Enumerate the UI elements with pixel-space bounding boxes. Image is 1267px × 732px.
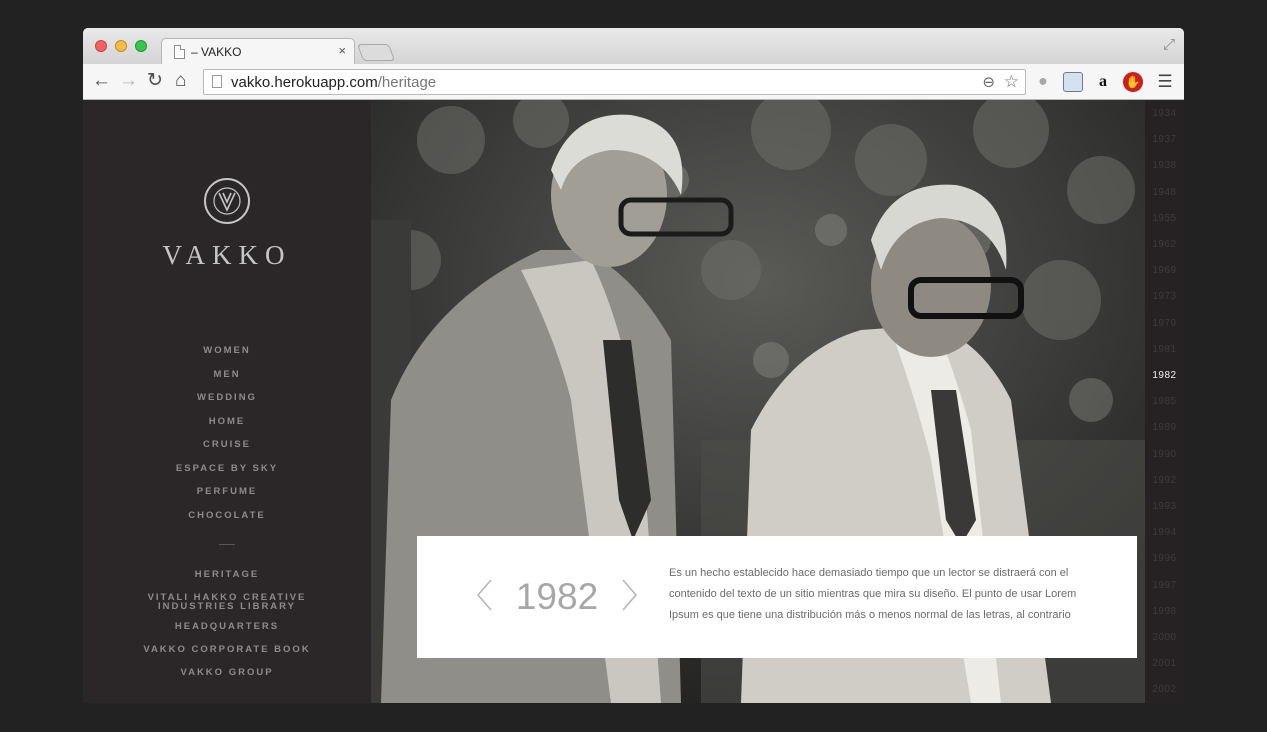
timeline-year-1997[interactable]: 1997	[1145, 580, 1184, 591]
page-icon	[212, 75, 222, 88]
zoom-icon[interactable]: ⊖	[982, 73, 995, 91]
browser-window: – VAKKO × ⤢ ← → ↻ ⌂ vakko.herokuapp.com/…	[83, 28, 1184, 703]
back-arrow-icon[interactable]: ←	[92, 70, 111, 92]
fullscreen-icon[interactable]: ⤢	[1163, 36, 1175, 53]
nav-item-vakko-corporate-book[interactable]: VAKKO CORPORATE BOOK	[83, 645, 371, 655]
tab-close-icon[interactable]: ×	[338, 43, 346, 58]
main-nav: WOMEN MEN WEDDING HOME CRUISE ESPACE BY SKY PE…	[83, 345, 371, 533]
home-icon[interactable]: ⌂	[175, 70, 186, 92]
close-window-button[interactable]	[95, 40, 107, 52]
nav-item-men[interactable]: MEN	[83, 369, 371, 393]
timeline-year-1934[interactable]: 1934	[1145, 108, 1184, 119]
menu-icon[interactable]: ☰	[1155, 72, 1175, 92]
timeline-year-1985[interactable]: 1985	[1145, 396, 1184, 407]
caption-text: Es un hecho establecido hace demasiado t…	[669, 567, 1077, 621]
timeline-year-1990[interactable]: 1990	[1145, 449, 1184, 460]
timeline-year-1937[interactable]: 1937	[1145, 134, 1184, 145]
caption-year: 1982	[515, 576, 599, 617]
timeline-year-1962[interactable]: 1962	[1145, 239, 1184, 250]
url-host: vakko.herokuapp.com	[231, 74, 378, 91]
nav-item-home[interactable]: HOME	[83, 416, 371, 440]
year-timeline: 1934 1937 1938 1948 1955 1962 1969 1973 1979 1981…	[1145, 100, 1184, 703]
browser-tab[interactable]: – VAKKO ×	[161, 38, 355, 65]
amazon-extension-icon[interactable]: a	[1093, 72, 1113, 92]
timeline-year-1982[interactable]: 1982	[1145, 370, 1184, 381]
web-page: VAKKO WOMEN MEN WEDDING HOME CRUISE ESPACE BY…	[83, 100, 1184, 703]
timeline-year-1998[interactable]: 1998	[1145, 606, 1184, 617]
nav-item-cruise[interactable]: CRUISE	[83, 439, 371, 463]
timeline-year-1955[interactable]: 1955	[1145, 213, 1184, 224]
caption-card: 1982 Es un hecho establecido hace demasi…	[417, 536, 1137, 658]
timeline-year-1989[interactable]: 1989	[1145, 422, 1184, 433]
forward-arrow-icon[interactable]: →	[119, 70, 138, 92]
nav-item-espace-by-sky[interactable]: ESPACE BY SKY	[83, 463, 371, 487]
reload-icon[interactable]: ↻	[147, 70, 163, 92]
timeline-year-1948[interactable]: 1948	[1145, 187, 1184, 198]
window-extension-icon[interactable]	[1063, 72, 1083, 92]
timeline-year-1994[interactable]: 1994	[1145, 527, 1184, 538]
nav-item-chocolate[interactable]: CHOCOLATE	[83, 510, 371, 534]
nav-item-wedding[interactable]: WEDDING	[83, 392, 371, 416]
timeline-year-2000[interactable]: 2000	[1145, 632, 1184, 643]
nav-divider	[219, 544, 235, 545]
timeline-year-1981[interactable]: 1981	[1145, 344, 1184, 355]
browser-toolbar: ← → ↻ ⌂ vakko.herokuapp.com/heritage ⊖ ☆…	[83, 64, 1184, 100]
titlebar: – VAKKO × ⤢	[83, 28, 1184, 65]
timeline-year-1969[interactable]: 1969	[1145, 265, 1184, 276]
url-path: /heritage	[377, 74, 437, 91]
timeline-year-2002[interactable]: 2002	[1145, 684, 1184, 695]
timeline-year-1996[interactable]: 1996	[1145, 553, 1184, 564]
minimize-window-button[interactable]	[115, 40, 127, 52]
timeline-year-1992[interactable]: 1992	[1145, 475, 1184, 486]
url-text[interactable]: vakko.herokuapp.com/heritage	[231, 74, 436, 91]
nav-item-heritage[interactable]: HERITAGE	[83, 570, 371, 580]
nav-item-headquarters[interactable]: HEADQUARTERS	[83, 622, 371, 632]
address-bar[interactable]: vakko.herokuapp.com/heritage ⊖ ☆	[203, 69, 1026, 95]
new-tab-button[interactable]	[356, 44, 396, 61]
timeline-year-1979[interactable]: 1979	[1145, 318, 1184, 329]
nav-item-women[interactable]: WOMEN	[83, 345, 371, 369]
chevron-right-icon[interactable]	[617, 578, 641, 612]
vakko-wordmark[interactable]: VAKKO	[83, 240, 371, 271]
ghost-extension-icon[interactable]: ●	[1033, 72, 1053, 92]
bookmark-star-icon[interactable]: ☆	[1004, 72, 1019, 92]
nav-item-vakko-group[interactable]: VAKKO GROUP	[83, 668, 371, 678]
page-icon	[174, 45, 185, 59]
nav-item-perfume[interactable]: PERFUME	[83, 486, 371, 510]
sidebar: VAKKO WOMEN MEN WEDDING HOME CRUISE ESPACE BY…	[83, 100, 371, 703]
timeline-year-1973[interactable]: 1973	[1145, 291, 1184, 302]
timeline-year-2001[interactable]: 2001	[1145, 658, 1184, 669]
maximize-window-button[interactable]	[135, 40, 147, 52]
adblock-extension-icon[interactable]: ✋	[1123, 72, 1143, 92]
vakko-logo-icon[interactable]	[202, 176, 252, 226]
timeline-year-1993[interactable]: 1993	[1145, 501, 1184, 512]
tab-title: – VAKKO	[191, 45, 242, 59]
nav-item-vitali-hakko-creative-industries-library[interactable]: VITALI HAKKO CREATIVE INDUSTRIES LIBRARY	[147, 593, 307, 612]
chevron-left-icon[interactable]	[473, 578, 497, 612]
timeline-year-1938[interactable]: 1938	[1145, 160, 1184, 171]
